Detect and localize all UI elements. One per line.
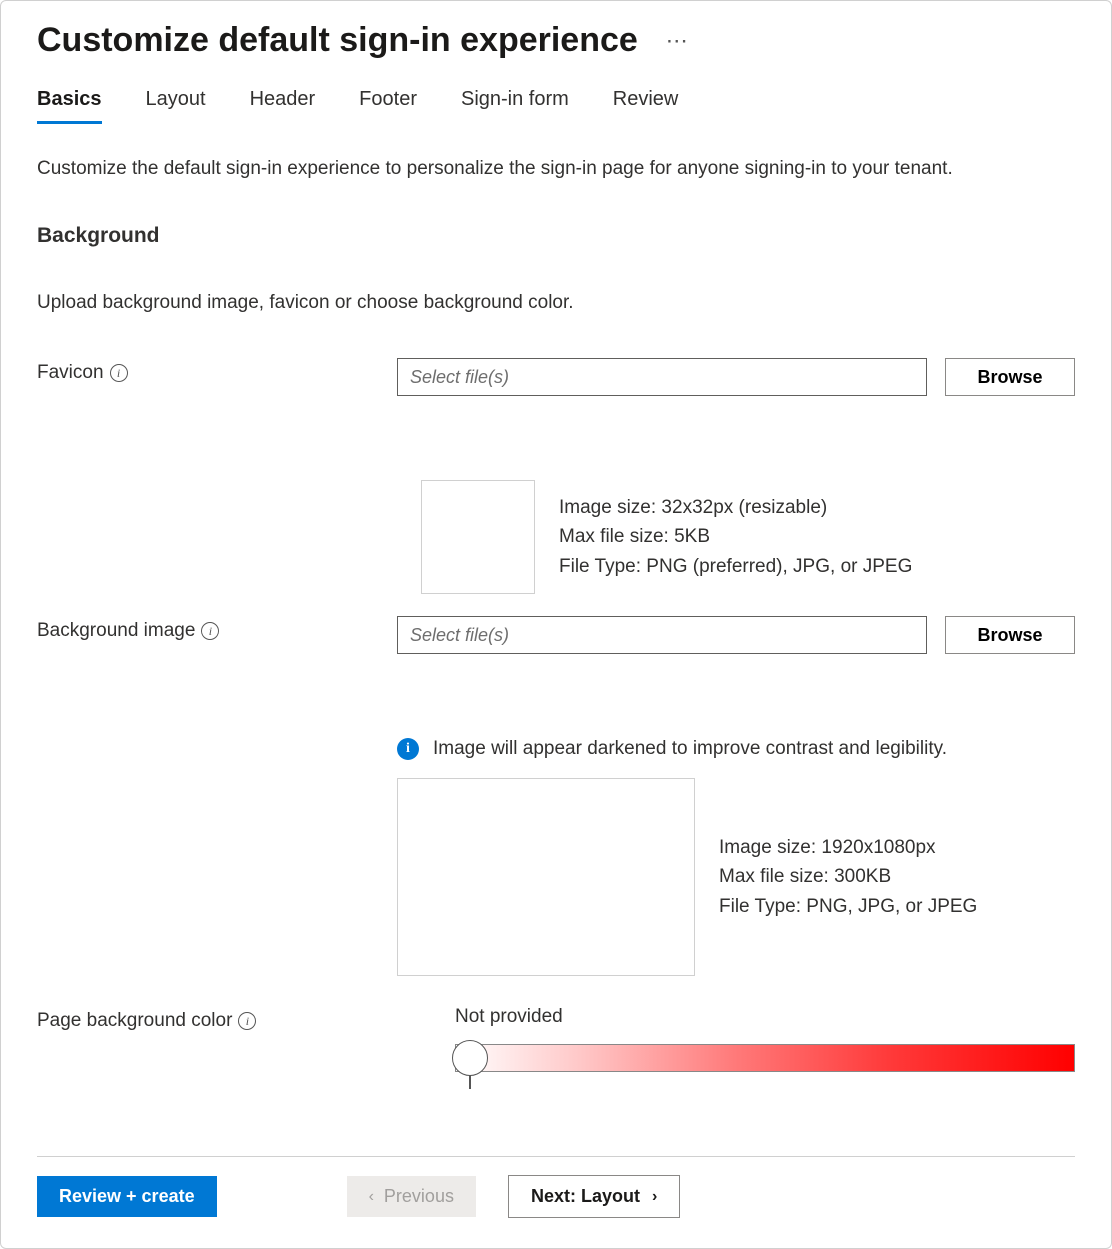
chevron-left-icon: ‹: [369, 1188, 374, 1206]
info-icon[interactable]: i: [238, 1012, 256, 1030]
favicon-specs: Image size: 32x32px (resizable) Max file…: [559, 493, 912, 581]
info-filled-icon: i: [397, 738, 419, 760]
intro-text: Customize the default sign-in experience…: [37, 158, 1075, 180]
favicon-preview: [421, 480, 535, 594]
background-image-banner-text: Image will appear darkened to improve co…: [433, 738, 947, 760]
background-image-browse-button[interactable]: Browse: [945, 616, 1075, 654]
section-subtext: Upload background image, favicon or choo…: [37, 292, 1075, 314]
tab-header[interactable]: Header: [250, 88, 316, 124]
page-bg-color-value: Not provided: [455, 1006, 1075, 1028]
info-icon[interactable]: i: [110, 364, 128, 382]
tab-review[interactable]: Review: [613, 88, 679, 124]
color-hue-thumb[interactable]: [452, 1040, 488, 1076]
background-image-label: Background image: [37, 620, 195, 642]
favicon-file-input[interactable]: Select file(s): [397, 358, 927, 396]
tab-strip: Basics Layout Header Footer Sign-in form…: [37, 88, 1075, 124]
tab-layout[interactable]: Layout: [146, 88, 206, 124]
tab-basics[interactable]: Basics: [37, 88, 102, 124]
page-bg-color-label: Page background color: [37, 1010, 232, 1032]
chevron-right-icon: ›: [652, 1188, 657, 1206]
background-image-preview: [397, 778, 695, 976]
next-button[interactable]: Next: Layout ›: [508, 1175, 680, 1218]
favicon-label: Favicon: [37, 362, 104, 384]
color-hue-slider[interactable]: [455, 1044, 1075, 1072]
wizard-footer: Review + create ‹ Previous Next: Layout …: [37, 1156, 1075, 1218]
review-create-button[interactable]: Review + create: [37, 1176, 217, 1217]
section-heading-background: Background: [37, 224, 1075, 248]
favicon-browse-button[interactable]: Browse: [945, 358, 1075, 396]
tab-footer[interactable]: Footer: [359, 88, 417, 124]
tab-signin-form[interactable]: Sign-in form: [461, 88, 569, 124]
background-image-specs: Image size: 1920x1080px Max file size: 3…: [719, 833, 977, 921]
more-icon[interactable]: ⋯: [666, 28, 689, 54]
page-title: Customize default sign-in experience: [37, 21, 638, 60]
background-image-file-input[interactable]: Select file(s): [397, 616, 927, 654]
info-icon[interactable]: i: [201, 622, 219, 640]
previous-button: ‹ Previous: [347, 1176, 476, 1217]
